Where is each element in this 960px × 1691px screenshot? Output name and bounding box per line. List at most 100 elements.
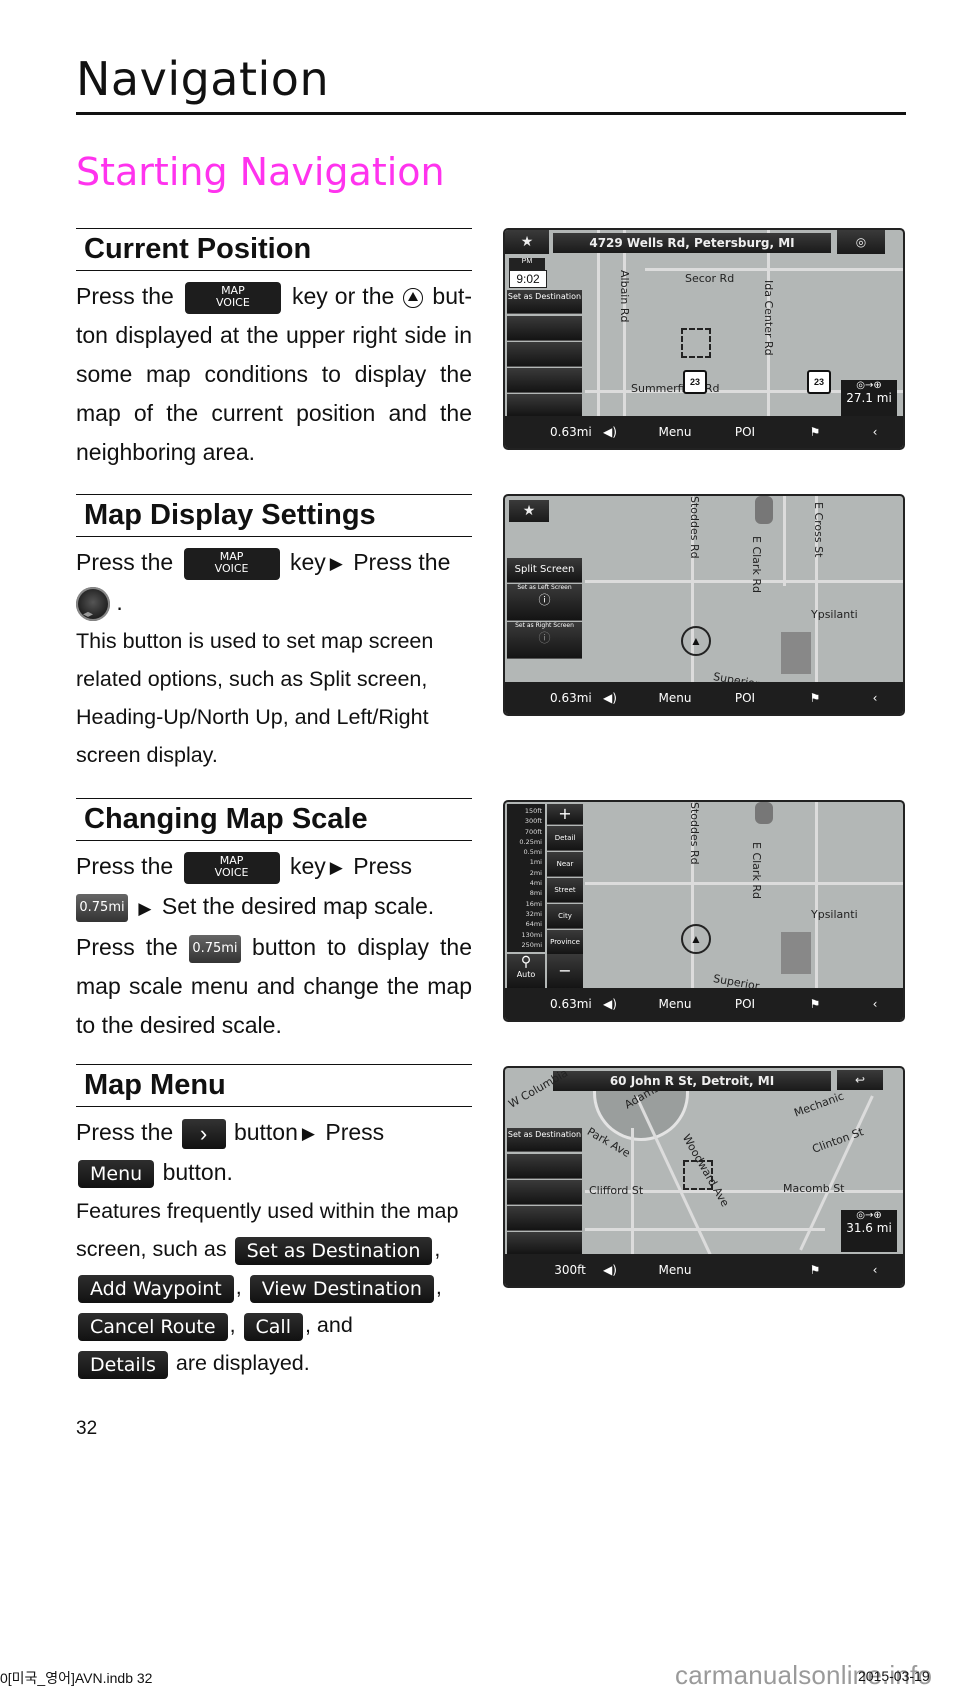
time-period: PM [509, 258, 545, 270]
section-body: Press the MAP VOICE key ▶ Press 0.75mi ▶ S… [76, 847, 472, 928]
poi-button: POI [734, 691, 756, 705]
map-voice-key: MAP VOICE [183, 547, 280, 580]
scale-option: 0.5mi [523, 848, 542, 857]
menu-button: Menu [658, 691, 692, 705]
text: button. [162, 1159, 233, 1186]
side-button-empty [507, 394, 582, 417]
arrow-icon: ▶ [301, 1124, 315, 1144]
map-area [755, 496, 773, 524]
arrow-icon: ▶ [329, 858, 343, 878]
subsection-heading: Current Position [76, 228, 472, 271]
return-icon: ↩ [837, 1070, 883, 1090]
street-label: Secor Rd [685, 272, 735, 285]
side-button-empty [507, 368, 582, 393]
scale-option: 150ft [524, 807, 542, 815]
poi-button: POI [734, 425, 756, 439]
scale-option: 32mi [525, 909, 542, 918]
view-destination-chip: View Destination [249, 1274, 434, 1303]
distance-box: ◎→⊕ 31.6 mi [841, 1210, 897, 1252]
scale-option: 64mi [525, 920, 542, 929]
scale-option: 300ft [524, 817, 542, 826]
set-as-destination-chip: Set as Destination [234, 1236, 433, 1265]
scale-button-chip: 0.75mi [76, 894, 128, 923]
add-waypoint-chip: Add Waypoint [78, 1274, 234, 1303]
view-level-button: City [547, 904, 583, 929]
call-chip: Call [243, 1312, 303, 1341]
street-label: E Cross St [812, 502, 825, 558]
text: Press the [76, 1119, 174, 1145]
view-level-button: Province [547, 930, 583, 955]
destination-flag-icon: ⚑ [809, 1263, 821, 1277]
map-screenshot-display-settings: ★ Split Screen Set as Left Screen ⓘ Set a… [503, 494, 905, 716]
street-label: Ypsilanti [811, 908, 858, 921]
volume-icon: ◀) [603, 691, 617, 705]
street-label: E Clark Rd [750, 536, 763, 593]
text: , and [304, 1313, 353, 1338]
scale-option: 250mi [521, 940, 542, 949]
street-label: Ida Center Rd [762, 280, 775, 356]
zoom-in-button: + [547, 804, 583, 825]
map-bottom-bar: 0.63mi ◀) Menu POI ⚑ ‹ [505, 682, 903, 714]
back-chevron-icon: ‹ [872, 1263, 878, 1277]
scale-label: 0.63mi [550, 425, 592, 439]
set-as-destination-button: Set as Destination [507, 290, 582, 314]
map-bottom-bar: 0.63mi ◀) Menu POI ⚑ ‹ [505, 988, 903, 1020]
address-bar: 4729 Wells Rd, Petersburg, MI [553, 233, 831, 253]
view-level-button: Street [547, 878, 583, 903]
section-body: Press the MAPVOICE key▶ Press the . [76, 543, 472, 634]
scale-option: 2mi [529, 868, 542, 877]
section-map-display-settings: Map Display Settings Press the MAP VOICE … [76, 494, 472, 774]
map-screenshot-map-menu: 60 John R St, Detroit, MI ↩ Set as Desti… [503, 1066, 905, 1288]
section-note: This button is used to set map screen re… [76, 629, 434, 768]
menu-button: Menu [658, 425, 692, 439]
arrow-icon: ▶ [138, 898, 152, 918]
destination-flag-icon: ⚑ [809, 691, 821, 705]
section-changing-map-scale: Changing Map Scale Press the MAP VOICE ke… [76, 798, 472, 1045]
set-as-destination-button: Set as Destination [507, 1128, 582, 1152]
street-label: Clinton St [810, 1125, 866, 1156]
section-map-menu: Map Menu Press the › button ▶ Press Menu … [76, 1064, 472, 1382]
chapter-rule [76, 112, 906, 115]
text: Press the [76, 933, 178, 960]
auto-zoom-button: ⚲ Auto [507, 954, 545, 989]
text: . [116, 589, 123, 616]
text: key [289, 549, 326, 575]
text: are displayed. [175, 1351, 310, 1376]
chevron-right-icon: › [181, 1118, 226, 1149]
scale-option: 8mi [529, 889, 542, 898]
street-label: Albain Rd [618, 270, 631, 323]
scale-option: 0.25mi [519, 837, 542, 846]
view-level-button: Near [547, 852, 583, 877]
scale-option: 1mi [529, 858, 542, 867]
subsection-heading: Changing Map Scale [76, 798, 472, 841]
text: Press the [76, 853, 174, 879]
map-settings-knob-icon [76, 587, 110, 634]
current-position-icon [403, 287, 424, 308]
scale-option: 130mi [521, 930, 542, 939]
map-area [755, 802, 773, 824]
side-button-empty [507, 1206, 582, 1231]
destination-flag-icon: ⚑ [809, 425, 821, 439]
scale-list: 150ft 300ft 700ft 0.25mi 0.5mi 1mi 2mi 4mi 8mi 16… [507, 804, 545, 952]
subsection-heading: Map Menu [76, 1064, 472, 1107]
set-left-screen-button: Set as Left Screen ⓘ [507, 584, 582, 621]
section-current-position: Current Position Press the MAP VOICE key … [76, 228, 472, 472]
map-bottom-bar: 0.63mi ◀) Menu POI ⚑ ‹ [505, 416, 903, 448]
map-screenshot-scale-menu: 150ft 300ft 700ft 0.25mi 0.5mi 1mi 2mi 4mi 8mi 16… [503, 800, 905, 1022]
side-button-empty [507, 1154, 582, 1179]
back-chevron-icon: ‹ [872, 691, 878, 705]
section-title: Starting Navigation [76, 150, 445, 194]
vehicle-position-icon: ▲ [681, 626, 711, 656]
text: Press [325, 1119, 385, 1145]
details-chip: Details [78, 1350, 168, 1379]
volume-icon: ◀) [603, 1263, 617, 1277]
text: Press the [353, 549, 451, 575]
street-label: E Clark Rd [750, 842, 763, 899]
page-number: 32 [76, 1418, 98, 1439]
section-body: Press the MAP VOICE key or the but-ton di… [76, 277, 472, 472]
side-button-empty [507, 316, 582, 341]
set-right-screen-button: Set as Right Screen ⓘ [507, 622, 582, 659]
back-chevron-icon: ‹ [872, 425, 878, 439]
footer-file-label: 0[미국_영어]AVN.indb 32 [0, 1670, 153, 1686]
map-voice-key: MAP VOICE [183, 851, 280, 884]
